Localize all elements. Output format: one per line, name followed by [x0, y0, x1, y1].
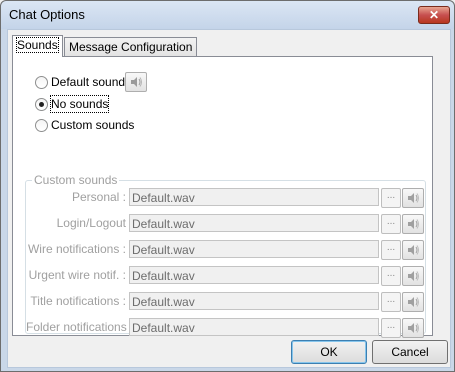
play-sound-button[interactable]	[402, 318, 424, 338]
custom-sound-file-field[interactable]: Default.wav	[129, 214, 379, 232]
custom-sound-label: Title notifications :	[30, 294, 126, 308]
browse-icon: ...	[386, 190, 396, 201]
browse-button[interactable]: ...	[381, 188, 401, 208]
speaker-icon	[408, 219, 419, 229]
dialog-client: Sounds Message Configuration Default sou…	[7, 29, 451, 368]
browse-button[interactable]: ...	[381, 240, 401, 260]
custom-sound-label: Login/Logout	[56, 216, 126, 230]
window-title: Chat Options	[9, 7, 85, 22]
ok-button-label: OK	[320, 345, 338, 359]
custom-sounds-group: Custom sounds Personal : Default.wav... Lo…	[25, 173, 426, 338]
cancel-button-label: Cancel	[391, 345, 429, 359]
default-sound-play-button[interactable]	[125, 72, 147, 92]
tab-sounds[interactable]: Sounds	[12, 35, 63, 57]
custom-sound-row: Title notifications : Default.wav...	[26, 292, 425, 312]
browse-icon: ...	[386, 216, 396, 227]
radio-custom-sounds[interactable]: Custom sounds	[35, 117, 145, 133]
speaker-icon	[408, 323, 419, 333]
custom-sound-row: Login/Logout Default.wav...	[26, 214, 425, 234]
play-sound-button[interactable]	[402, 240, 424, 260]
tab-sounds-label: Sounds	[16, 37, 59, 53]
custom-sound-row: Wire notifications : Default.wav...	[26, 240, 425, 260]
play-sound-button[interactable]	[402, 266, 424, 286]
browse-icon: ...	[386, 294, 396, 305]
close-icon: ✕	[428, 8, 440, 22]
browse-icon: ...	[386, 320, 396, 331]
cancel-button[interactable]: Cancel	[372, 340, 448, 364]
play-sound-button[interactable]	[402, 292, 424, 312]
custom-sound-file-field[interactable]: Default.wav	[129, 318, 379, 336]
custom-sounds-group-title: Custom sounds	[32, 173, 120, 187]
tab-message-configuration[interactable]: Message Configuration	[64, 37, 198, 56]
radio-custom-sounds-label: Custom sounds	[51, 118, 135, 132]
speaker-icon	[408, 193, 419, 203]
radio-no-sounds[interactable]: No sounds	[35, 95, 125, 113]
speaker-icon	[408, 271, 419, 281]
custom-sound-file-field[interactable]: Default.wav	[129, 188, 379, 206]
radio-no-sounds-label: No sounds	[49, 95, 110, 113]
radio-no-sounds-indicator[interactable]	[35, 98, 48, 111]
play-sound-button[interactable]	[402, 188, 424, 208]
speaker-icon	[408, 297, 419, 307]
browse-button[interactable]: ...	[381, 292, 401, 312]
play-sound-button[interactable]	[402, 214, 424, 234]
radio-custom-sounds-indicator[interactable]	[35, 119, 48, 132]
browse-icon: ...	[386, 268, 396, 279]
custom-sound-file-field[interactable]: Default.wav	[129, 240, 379, 258]
custom-sound-file-field[interactable]: Default.wav	[129, 292, 379, 310]
custom-sound-label: Wire notifications :	[27, 242, 126, 256]
custom-sound-row: Folder notifications : Default.wav...	[26, 318, 425, 338]
browse-button[interactable]: ...	[381, 318, 401, 338]
radio-default-sound-indicator[interactable]	[35, 76, 48, 89]
dialog-window: Chat Options ✕ Sounds Message Configurat…	[0, 0, 455, 372]
custom-sound-row: Personal : Default.wav...	[26, 188, 425, 208]
custom-sound-row: Urgent wire notif. : Default.wav...	[26, 266, 425, 286]
speaker-icon	[131, 77, 142, 87]
close-button[interactable]: ✕	[418, 6, 450, 24]
custom-sound-label: Folder notifications :	[26, 320, 134, 334]
radio-default-sound-label: Default sound	[51, 75, 126, 89]
browse-icon: ...	[386, 242, 396, 253]
title-bar[interactable]: Chat Options ✕	[1, 1, 454, 29]
tab-message-configuration-label: Message Configuration	[69, 40, 193, 54]
browse-button[interactable]: ...	[381, 214, 401, 234]
browse-button[interactable]: ...	[381, 266, 401, 286]
sounds-panel: Default sound No sounds Custom sounds Cu…	[12, 56, 433, 338]
custom-sound-label: Urgent wire notif. :	[28, 268, 126, 282]
ok-button[interactable]: OK	[291, 340, 367, 364]
custom-sound-label: Personal :	[71, 190, 126, 204]
custom-sound-file-field[interactable]: Default.wav	[129, 266, 379, 284]
speaker-icon	[408, 245, 419, 255]
